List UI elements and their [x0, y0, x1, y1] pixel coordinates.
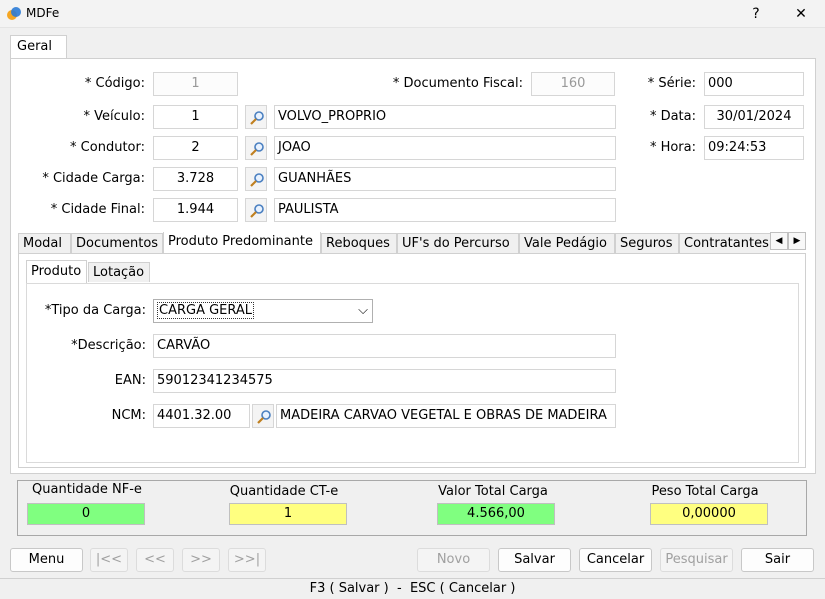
pesquisar-button[interactable]: Pesquisar — [660, 548, 733, 572]
cidade-carga-search-button[interactable] — [245, 167, 267, 191]
documento-fiscal-label: * Documento Fiscal: — [392, 76, 523, 91]
tab-contratantes[interactable]: Contratantes — [679, 233, 770, 253]
codigo-field[interactable]: 1 — [153, 72, 238, 96]
tab-geral-label: Geral — [17, 39, 52, 54]
ncm-description-field[interactable]: MADEIRA CARVAO VEGETAL E OBRAS DE MADEIR… — [276, 404, 616, 428]
cidade-carga-label: * Cidade Carga: — [42, 171, 145, 186]
serie-field[interactable]: 000 — [704, 72, 804, 96]
ncm-code-field[interactable]: 4401.32.00 — [153, 404, 250, 428]
valor-total-value: 4.566,00 — [437, 503, 555, 525]
hora-field[interactable]: 09:24:53 — [704, 136, 804, 160]
magnifier-icon — [250, 204, 264, 218]
hora-label: * Hora: — [649, 140, 696, 155]
tipo-carga-select[interactable]: CARGA GERAL ⌵ — [153, 299, 373, 323]
help-button[interactable]: ? — [745, 4, 767, 24]
condutor-search-button[interactable] — [245, 136, 267, 160]
magnifier-icon — [250, 173, 264, 187]
data-label: * Data: — [649, 109, 696, 124]
close-window-button[interactable]: ✕ — [790, 4, 812, 24]
descricao-field[interactable]: CARVÃO — [153, 334, 616, 358]
tab-modal[interactable]: Modal — [18, 233, 71, 253]
descricao-label: *Descrição: — [71, 338, 146, 353]
peso-total-label: Peso Total Carga — [651, 484, 759, 499]
condutor-label: * Condutor: — [70, 140, 145, 155]
peso-total-value: 0,00000 — [650, 503, 768, 525]
tab-reboques[interactable]: Reboques — [321, 233, 397, 253]
tab-geral[interactable]: Geral — [10, 35, 67, 59]
veiculo-label: * Veículo: — [83, 109, 145, 124]
condutor-code-field[interactable]: 2 — [153, 136, 238, 160]
data-field[interactable]: 30/01/2024 — [704, 105, 804, 129]
status-bar: F3 ( Salvar ) - ESC ( Cancelar ) — [0, 578, 825, 599]
last-record-button[interactable]: >>| — [228, 548, 266, 572]
qtd-cte-value: 1 — [229, 503, 347, 525]
cidade-final-label: * Cidade Final: — [50, 202, 145, 217]
title-bar: MDFe ? ✕ — [0, 0, 825, 28]
documento-fiscal-field[interactable]: 160 — [531, 72, 615, 96]
menu-button[interactable]: Menu — [10, 548, 83, 572]
sair-button[interactable]: Sair — [741, 548, 814, 572]
ean-field[interactable]: 59012341234575 — [153, 369, 616, 393]
qtd-nfe-label: Quantidade NF-e — [32, 482, 142, 497]
first-record-button[interactable]: |<< — [90, 548, 128, 572]
cidade-final-search-button[interactable] — [245, 198, 267, 222]
cancelar-button[interactable]: Cancelar — [579, 548, 652, 572]
tipo-carga-value: CARGA GERAL — [157, 302, 255, 319]
qtd-nfe-value: 0 — [27, 503, 145, 525]
tab-lotacao[interactable]: Lotação — [88, 262, 150, 282]
qtd-cte-label: Quantidade CT-e — [229, 484, 339, 499]
valor-total-label: Valor Total Carga — [438, 484, 548, 499]
tab-vale-pedagio[interactable]: Vale Pedágio — [519, 233, 615, 253]
veiculo-search-button[interactable] — [245, 105, 267, 129]
tab-ufs-percurso[interactable]: UF's do Percurso — [397, 233, 519, 253]
magnifier-icon — [250, 111, 264, 125]
veiculo-code-field[interactable]: 1 — [153, 105, 238, 129]
magnifier-icon — [257, 410, 271, 424]
salvar-button[interactable]: Salvar — [498, 548, 571, 572]
cidade-carga-code-field[interactable]: 3.728 — [153, 167, 238, 191]
veiculo-name-field[interactable]: VOLVO_PROPRIO — [274, 105, 616, 129]
chevron-down-icon: ⌵ — [358, 303, 368, 318]
tipo-carga-label: *Tipo da Carga: — [44, 303, 146, 318]
tab-documentos[interactable]: Documentos — [71, 233, 163, 253]
tab-seguros[interactable]: Seguros — [615, 233, 679, 253]
section-tab-strip: Modal Documentos Produto Predominante Re… — [18, 232, 770, 254]
ncm-search-button[interactable] — [252, 404, 274, 428]
novo-button[interactable]: Novo — [417, 548, 490, 572]
serie-label: * Série: — [647, 76, 696, 91]
magnifier-icon — [250, 142, 264, 156]
window-title: MDFe — [26, 6, 60, 20]
tab-scroll-right-icon[interactable]: ▶ — [788, 232, 806, 250]
ean-label: EAN: — [114, 373, 146, 388]
codigo-label: * Código: — [84, 76, 145, 91]
ncm-label: NCM: — [111, 408, 146, 423]
cidade-final-code-field[interactable]: 1.944 — [153, 198, 238, 222]
app-logo-icon — [7, 7, 21, 20]
tab-produto[interactable]: Produto — [26, 260, 87, 284]
tab-scroll-left-icon[interactable]: ◀ — [770, 232, 788, 250]
tab-produto-predominante[interactable]: Produto Predominante — [163, 232, 321, 253]
cidade-final-name-field[interactable]: PAULISTA — [274, 198, 616, 222]
previous-record-button[interactable]: << — [136, 548, 174, 572]
cidade-carga-name-field[interactable]: GUANHÃES — [274, 167, 616, 191]
condutor-name-field[interactable]: JOAO — [274, 136, 616, 160]
next-record-button[interactable]: >> — [182, 548, 220, 572]
